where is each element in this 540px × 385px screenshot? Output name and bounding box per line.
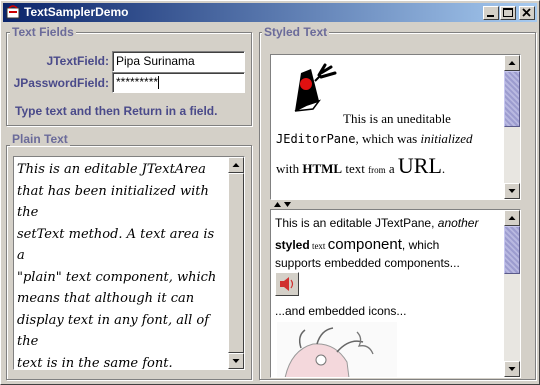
embedded-image-icon — [277, 322, 397, 377]
scroll-thumb[interactable] — [228, 173, 244, 353]
main-window: TextSamplerDemo Text Fields JTextField: … — [0, 0, 540, 385]
plain-text-scrollbar[interactable] — [228, 157, 244, 369]
text-line: display text in any font, all of the — [17, 312, 210, 350]
scroll-thumb[interactable] — [504, 71, 520, 127]
editor-line-2: JEditorPane, which was initialized — [276, 131, 472, 147]
editor-text: . — [441, 161, 446, 176]
duke-mascot-icon — [294, 63, 337, 112]
minimize-icon — [487, 15, 494, 17]
password-value: ********* — [116, 75, 159, 89]
editor-line-3: with HTML text from a URL. — [276, 153, 445, 179]
window-title: TextSamplerDemo — [24, 5, 129, 19]
editor-small-text: from — [368, 165, 386, 175]
editor-monospace-text: JEditorPane — [276, 132, 356, 146]
maximize-button[interactable] — [500, 6, 516, 20]
textpane-line-2: styled text component, which — [275, 236, 439, 253]
divider-arrows-icon[interactable] — [273, 201, 295, 208]
editor-line-1: This is an uneditable — [343, 111, 451, 127]
plain-text-legend: Plain Text — [10, 132, 70, 146]
scroll-up-button[interactable] — [504, 55, 520, 71]
arrow-up-icon — [232, 163, 240, 167]
scroll-up-button[interactable] — [228, 157, 244, 173]
jtextfield-label: JTextField: — [46, 54, 109, 68]
arrow-down-icon — [508, 367, 516, 371]
text-fields-hint: Type text and then Return in a field. — [15, 104, 218, 118]
textpane-text: This is an editable JTextPane, — [275, 216, 438, 230]
arrow-down-icon — [232, 359, 240, 363]
textpane-text: , which — [401, 238, 440, 252]
speaker-icon — [280, 277, 294, 291]
textpane-line-3: supports embedded components... — [275, 256, 460, 270]
close-button[interactable] — [519, 6, 535, 20]
text-pane-scrollpane[interactable]: This is an editable JTextPane, another s… — [270, 209, 521, 378]
text-caret — [158, 76, 160, 90]
text-line: that has been initialized with the — [17, 183, 209, 221]
textpane-line-1: This is an editable JTextPane, another — [275, 216, 478, 230]
textpane-small-text: text — [309, 241, 328, 251]
editor-text: a — [385, 161, 398, 176]
minimize-button[interactable] — [483, 6, 499, 20]
textpane-large-text: component — [327, 236, 402, 253]
plain-text-area[interactable]: This is an editable JTextArea that has b… — [17, 159, 225, 370]
scroll-up-button[interactable] — [504, 210, 520, 226]
text-pane-scrollbar[interactable] — [504, 210, 520, 377]
jtextfield-input[interactable]: Pipa Surinama — [112, 51, 245, 72]
textpane-line-4: ...and embedded icons... — [275, 304, 407, 318]
editor-text: with — [276, 161, 303, 176]
embedded-sound-button[interactable] — [275, 272, 299, 296]
text-fields-legend: Text Fields — [10, 25, 76, 39]
jpassword-input[interactable]: ********* — [112, 72, 245, 93]
scroll-thumb[interactable] — [504, 226, 520, 274]
editor-text: text — [342, 161, 369, 176]
text-line: "plain" text component, which — [17, 269, 217, 285]
editor-bold-text: HTML — [302, 161, 343, 176]
editor-text: This is an uneditable — [343, 111, 451, 126]
close-icon — [522, 8, 531, 17]
styled-text-legend: Styled Text — [262, 25, 330, 39]
plain-text-scrollpane[interactable]: This is an editable JTextArea that has b… — [13, 156, 245, 370]
split-pane-divider[interactable] — [270, 200, 520, 209]
scroll-down-button[interactable] — [504, 183, 520, 199]
arrow-down-icon — [508, 189, 516, 193]
scroll-down-button[interactable] — [228, 353, 244, 369]
editor-pane-scrollpane[interactable]: This is an uneditable JEditorPane, which… — [270, 54, 521, 200]
textpane-italic-text: another — [437, 216, 479, 230]
editor-text: , which was — [355, 131, 421, 146]
editor-italic-text: initialized — [420, 131, 473, 146]
editor-large-text: URL — [397, 153, 442, 178]
title-bar[interactable]: TextSamplerDemo — [3, 3, 537, 22]
maximize-icon — [503, 8, 513, 17]
text-line: means that although it can — [17, 291, 195, 306]
textpane-bold-text: styled — [275, 238, 310, 252]
text-line: text is in the same font. — [17, 355, 173, 370]
arrow-up-icon — [508, 216, 516, 220]
jpassword-label: JPasswordField: — [13, 76, 109, 90]
app-icon — [6, 5, 21, 20]
text-line: setText method. A text area is a — [17, 226, 215, 264]
scroll-down-button[interactable] — [504, 361, 520, 377]
editor-pane-scrollbar[interactable] — [504, 55, 520, 199]
arrow-up-icon — [508, 61, 516, 65]
text-line: This is an editable JTextArea — [17, 162, 206, 177]
